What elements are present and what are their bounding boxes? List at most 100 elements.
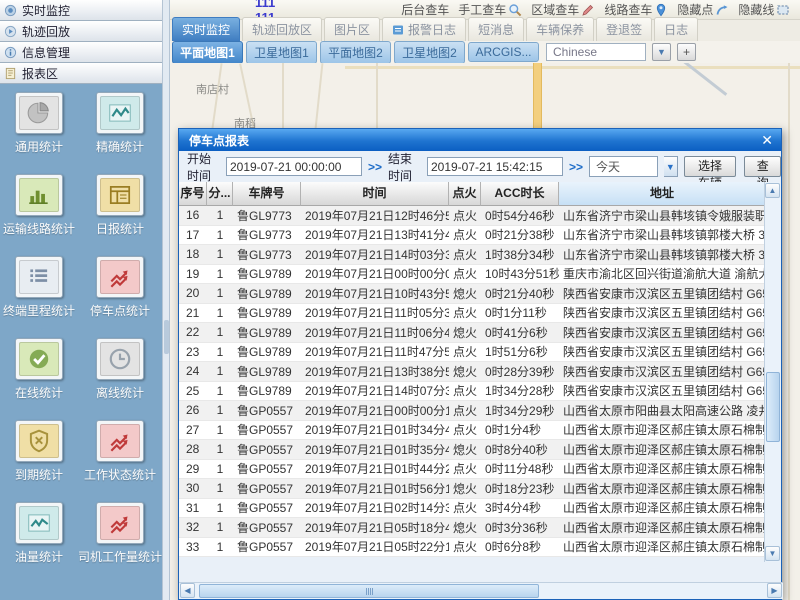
maptab-satellite-map-1[interactable]: 卫星地图1 (246, 41, 317, 64)
sidebar-item-info-manage[interactable]: 信息管理 (0, 42, 162, 63)
horizontal-scrollbar[interactable]: ◀ ▶ (179, 582, 783, 599)
table-row[interactable]: 211鲁GL97892019年07月21日11时05分3点火0时1分11秒陕西省… (179, 304, 766, 324)
tab-alarm-log[interactable]: 报警日志 (382, 17, 466, 41)
table-row[interactable]: 281鲁GP05572019年07月21日01时35分4熄火0时8分40秒山西省… (179, 440, 766, 460)
table-cell: 陕西省安康市汉滨区五里镇团结村 G65包茂高 (559, 362, 766, 381)
table-cell: 29 (179, 460, 207, 479)
tab-realtime-monitor[interactable]: 实时监控 (172, 17, 240, 41)
table-cell: 鲁GL9789 (233, 343, 301, 362)
language-dropdown-button[interactable]: ▼ (652, 43, 671, 61)
table-cell: 熄火 (449, 362, 481, 381)
table-cell: 1时34分28秒 (481, 382, 559, 401)
table-row[interactable]: 331鲁GP05572019年07月21日05时22分1点火0时6分8秒山西省太… (179, 538, 766, 558)
sidebar-scrollbar[interactable] (162, 0, 170, 600)
col-header-ignition[interactable]: 点火 (449, 182, 481, 206)
scroll-down-icon[interactable]: ▼ (765, 546, 780, 561)
table-row[interactable]: 261鲁GP05572019年07月21日00时00分1点火1时34分29秒山西… (179, 401, 766, 421)
tab-vehicle-maintenance[interactable]: 车辆保养 (526, 17, 594, 41)
start-time-input[interactable] (226, 157, 362, 176)
stat-parking-point[interactable]: 停车点统计 (78, 256, 162, 338)
scroll-left-icon[interactable]: ◀ (180, 583, 195, 598)
sidebar-scrollbar-thumb[interactable] (164, 320, 169, 354)
map-language-select[interactable]: Chinese (546, 43, 646, 61)
query-button[interactable]: 查询 (744, 156, 781, 177)
stat-transport-route[interactable]: 运输线路统计 (0, 174, 78, 256)
parking-report-dialog: 停车点报表 ✕ 开始时间 >> 结束时间 >> 今天 ▼ 选择车辆 查询 序号 … (178, 128, 782, 600)
table-row[interactable]: 241鲁GL97892019年07月21日13时38分5熄火0时28分39秒陕西… (179, 362, 766, 382)
stat-precise[interactable]: 精确统计 (78, 92, 162, 174)
maptab-plane-map-1[interactable]: 平面地图1 (172, 41, 243, 64)
toolbar-manual-search[interactable]: 手工查车 (458, 1, 522, 18)
table-row[interactable]: 251鲁GL97892019年07月21日14时07分3点火1时34分28秒陕西… (179, 382, 766, 402)
maptab-plane-map-2[interactable]: 平面地图2 (320, 41, 391, 64)
stat-online[interactable]: 在线统计 (0, 338, 78, 420)
table-row[interactable]: 291鲁GP05572019年07月21日01时44分2点火0时11分48秒山西… (179, 460, 766, 480)
table-cell: 陕西省安康市汉滨区五里镇团结村 G65包茂高 (559, 343, 766, 362)
close-icon[interactable]: ✕ (761, 133, 773, 147)
table-row[interactable]: 171鲁GL97732019年07月21日13时41分4点火0时21分38秒山东… (179, 226, 766, 246)
stat-expiry[interactable]: 到期统计 (0, 420, 78, 502)
table-cell: 鲁GL9789 (233, 265, 301, 284)
stat-offline[interactable]: 离线统计 (78, 338, 162, 420)
table-row[interactable]: 321鲁GP05572019年07月21日05时18分4熄火0时3分36秒山西省… (179, 518, 766, 538)
col-header-time[interactable]: 时间 (301, 182, 449, 206)
table-cell: 陕西省安康市汉滨区五里镇团结村 G65包茂高 (559, 382, 766, 401)
table-row[interactable]: 301鲁GP05572019年07月21日01时56分1熄火0时18分23秒山西… (179, 479, 766, 499)
col-header-acc-duration[interactable]: ACC时长 (481, 182, 559, 206)
range-dropdown-button[interactable]: ▼ (664, 156, 677, 177)
table-row[interactable]: 181鲁GL97732019年07月21日14时03分3点火1时38分34秒山东… (179, 245, 766, 265)
sidebar-item-track-playback[interactable]: 轨迹回放 (0, 21, 162, 42)
col-header-plate[interactable]: 车牌号 (233, 182, 301, 206)
table-row[interactable]: 271鲁GP05572019年07月21日01时34分4点火0时1分4秒山西省太… (179, 421, 766, 441)
table-cell: 2019年07月21日01时56分1 (301, 479, 449, 498)
col-header-seq[interactable]: 序号 (179, 182, 207, 206)
tab-short-message[interactable]: 短消息 (468, 17, 524, 41)
table-row[interactable]: 221鲁GL97892019年07月21日11时06分4熄火0时41分6秒陕西省… (179, 323, 766, 343)
tab-picture-area[interactable]: 图片区 (324, 17, 380, 41)
table-cell: 0时6分8秒 (481, 538, 559, 557)
maptab-satellite-map-2[interactable]: 卫星地图2 (394, 41, 465, 64)
tab-log[interactable]: 日志 (654, 17, 698, 41)
table-row[interactable]: 201鲁GL97892019年07月21日10时43分5熄火0时21分40秒陕西… (179, 284, 766, 304)
tab-sign-in-out[interactable]: 登退签 (596, 17, 652, 41)
stat-fuel[interactable]: 油量统计 (0, 502, 78, 584)
time-range-select[interactable]: 今天 (589, 156, 658, 177)
sidebar-item-reports[interactable]: 报表区 (0, 63, 162, 84)
stat-driver-workload[interactable]: 司机工作量统计 (78, 502, 162, 584)
dialog-title-bar[interactable]: 停车点报表 ✕ (179, 129, 781, 151)
select-vehicle-button[interactable]: 选择车辆 (684, 156, 737, 177)
main-tab-bar: 实时监控 轨迹回放区 图片区 报警日志 短消息 车辆保养 登退签 日志 (170, 20, 800, 41)
table-row[interactable]: 231鲁GL97892019年07月21日11时47分5点火1时51分6秒陕西省… (179, 343, 766, 363)
toolbar-region-search[interactable]: 区域查车 (531, 1, 595, 18)
table-cell: 点火 (449, 343, 481, 362)
table-row[interactable]: 191鲁GL97892019年07月21日00时00分0点火10时43分51秒重… (179, 265, 766, 285)
table-cell: 0时54分46秒 (481, 206, 559, 225)
end-time-input[interactable] (427, 157, 563, 176)
add-map-button[interactable]: + (677, 43, 696, 61)
horizontal-scrollbar-thumb[interactable] (199, 584, 539, 598)
sidebar-item-realtime-monitor[interactable]: 实时监控 (0, 0, 162, 21)
vertical-scrollbar-thumb[interactable] (766, 372, 780, 442)
scroll-right-icon[interactable]: ▶ (767, 583, 782, 598)
table-cell: 鲁GP0557 (233, 460, 301, 479)
table-row[interactable]: 311鲁GP05572019年07月21日02时14分3点火3时4分4秒山西省太… (179, 499, 766, 519)
col-header-group[interactable]: 分... (207, 182, 233, 206)
scroll-up-icon[interactable]: ▲ (765, 183, 780, 198)
table-cell: 鲁GP0557 (233, 401, 301, 420)
stat-work-status[interactable]: 工作状态统计 (78, 420, 162, 502)
toolbar-backend-search[interactable]: 后台查车 (401, 1, 449, 18)
table-cell: 0时21分40秒 (481, 284, 559, 303)
table-row[interactable]: 161鲁GL97732019年07月21日12时46分5点火0时54分46秒山东… (179, 206, 766, 226)
vertical-scrollbar[interactable]: ▲ ▼ (764, 182, 781, 562)
stat-general[interactable]: 通用统计 (0, 92, 78, 174)
table-cell: 31 (179, 499, 207, 518)
tab-track-playback-area[interactable]: 轨迹回放区 (242, 17, 322, 41)
toolbar-hide-lines[interactable]: 隐藏线 (738, 1, 790, 18)
stat-label: 日报统计 (78, 220, 162, 237)
stat-daily-report[interactable]: 日报统计 (78, 174, 162, 256)
toolbar-route-search[interactable]: 线路查车 (604, 1, 668, 18)
col-header-address[interactable]: 地址 (559, 182, 766, 206)
stat-terminal-mileage[interactable]: 终端里程统计 (0, 256, 78, 338)
toolbar-hide-points[interactable]: 隐藏点 (677, 1, 729, 18)
maptab-arcgis[interactable]: ARCGIS... (468, 42, 539, 62)
